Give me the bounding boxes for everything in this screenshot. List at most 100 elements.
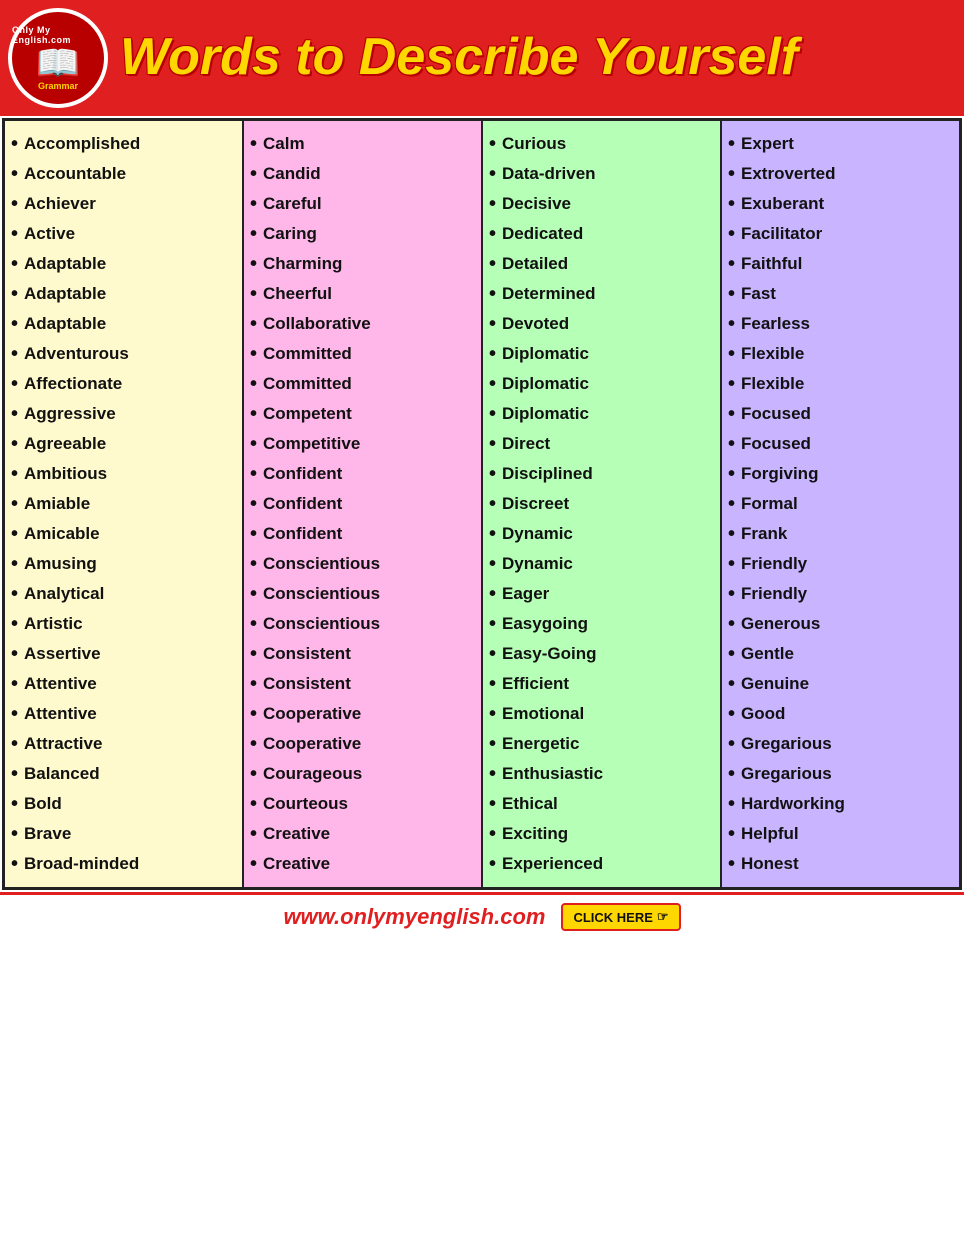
- list-item: Data-driven: [489, 159, 714, 189]
- cursor-icon: ☞: [657, 909, 669, 925]
- list-item: Frank: [728, 519, 953, 549]
- list-item: Amusing: [11, 549, 236, 579]
- list-item: Balanced: [11, 759, 236, 789]
- list-item: Gregarious: [728, 729, 953, 759]
- list-item: Flexible: [728, 339, 953, 369]
- list-item: Formal: [728, 489, 953, 519]
- list-item: Committed: [250, 369, 475, 399]
- list-item: Decisive: [489, 189, 714, 219]
- list-item: Focused: [728, 399, 953, 429]
- list-item: Flexible: [728, 369, 953, 399]
- word-list-col3: CuriousData-drivenDecisiveDedicatedDetai…: [489, 129, 714, 879]
- list-item: Conscientious: [250, 579, 475, 609]
- list-item: Assertive: [11, 639, 236, 669]
- list-item: Accountable: [11, 159, 236, 189]
- list-item: Ambitious: [11, 459, 236, 489]
- word-list-col2: CalmCandidCarefulCaringCharmingCheerfulC…: [250, 129, 475, 879]
- list-item: Attentive: [11, 699, 236, 729]
- list-item: Caring: [250, 219, 475, 249]
- list-item: Cooperative: [250, 729, 475, 759]
- list-item: Aggressive: [11, 399, 236, 429]
- list-item: Adventurous: [11, 339, 236, 369]
- list-item: Determined: [489, 279, 714, 309]
- list-item: Bold: [11, 789, 236, 819]
- list-item: Active: [11, 219, 236, 249]
- list-item: Gregarious: [728, 759, 953, 789]
- list-item: Fast: [728, 279, 953, 309]
- list-item: Collaborative: [250, 309, 475, 339]
- list-item: Faithful: [728, 249, 953, 279]
- list-item: Good: [728, 699, 953, 729]
- footer-url: www.onlymyenglish.com: [283, 904, 545, 930]
- column-col2: CalmCandidCarefulCaringCharmingCheerfulC…: [244, 121, 483, 887]
- list-item: Careful: [250, 189, 475, 219]
- list-item: Competent: [250, 399, 475, 429]
- logo-book-icon: 📖: [36, 45, 81, 81]
- list-item: Conscientious: [250, 549, 475, 579]
- list-item: Friendly: [728, 549, 953, 579]
- list-item: Cheerful: [250, 279, 475, 309]
- list-item: Courageous: [250, 759, 475, 789]
- list-item: Ethical: [489, 789, 714, 819]
- list-item: Amicable: [11, 519, 236, 549]
- list-item: Genuine: [728, 669, 953, 699]
- list-item: Analytical: [11, 579, 236, 609]
- list-item: Emotional: [489, 699, 714, 729]
- list-item: Efficient: [489, 669, 714, 699]
- list-item: Attentive: [11, 669, 236, 699]
- list-item: Confident: [250, 459, 475, 489]
- column-col3: CuriousData-drivenDecisiveDedicatedDetai…: [483, 121, 722, 887]
- list-item: Candid: [250, 159, 475, 189]
- list-item: Helpful: [728, 819, 953, 849]
- list-item: Courteous: [250, 789, 475, 819]
- list-item: Adaptable: [11, 309, 236, 339]
- column-col1: AccomplishedAccountableAchieverActive Ada…: [5, 121, 244, 887]
- list-item: Exuberant: [728, 189, 953, 219]
- footer: www.onlymyenglish.com CLICK HERE ☞: [0, 892, 964, 939]
- word-list-col1: AccomplishedAccountableAchieverActive Ada…: [11, 129, 236, 879]
- click-here-button[interactable]: CLICK HERE ☞: [561, 903, 680, 931]
- list-item: Adaptable: [11, 279, 236, 309]
- list-item: Focused: [728, 429, 953, 459]
- list-item: Consistent: [250, 669, 475, 699]
- main-content: AccomplishedAccountableAchieverActive Ada…: [2, 118, 962, 890]
- list-item: Creative: [250, 819, 475, 849]
- page-title: Words to Describe Yourself: [120, 29, 798, 86]
- list-item: Consistent: [250, 639, 475, 669]
- word-list-col4: ExpertExtrovertedExuberantFacilitatorFai…: [728, 129, 953, 879]
- list-item: Disciplined: [489, 459, 714, 489]
- list-item: Diplomatic: [489, 339, 714, 369]
- header: Only My English.com 📖 Grammar Words to D…: [0, 0, 964, 116]
- list-item: Exciting: [489, 819, 714, 849]
- list-item: Achiever: [11, 189, 236, 219]
- list-item: Devoted: [489, 309, 714, 339]
- list-item: Brave: [11, 819, 236, 849]
- list-item: Expert: [728, 129, 953, 159]
- list-item: Confident: [250, 489, 475, 519]
- list-item: Eager: [489, 579, 714, 609]
- list-item: Calm: [250, 129, 475, 159]
- list-item: Enthusiastic: [489, 759, 714, 789]
- logo: Only My English.com 📖 Grammar: [8, 8, 108, 108]
- list-item: Dedicated: [489, 219, 714, 249]
- list-item: Charming: [250, 249, 475, 279]
- list-item: Direct: [489, 429, 714, 459]
- list-item: Hardworking: [728, 789, 953, 819]
- list-item: Extroverted: [728, 159, 953, 189]
- list-item: Cooperative: [250, 699, 475, 729]
- list-item: Accomplished: [11, 129, 236, 159]
- list-item: Fearless: [728, 309, 953, 339]
- logo-bottom-text: Grammar: [38, 81, 78, 91]
- list-item: Discreet: [489, 489, 714, 519]
- click-here-label: CLICK HERE: [573, 910, 652, 925]
- list-item: Generous: [728, 609, 953, 639]
- list-item: Dynamic: [489, 549, 714, 579]
- list-item: Gentle: [728, 639, 953, 669]
- list-item: Friendly: [728, 579, 953, 609]
- list-item: Diplomatic: [489, 369, 714, 399]
- list-item: Detailed: [489, 249, 714, 279]
- list-item: Confident: [250, 519, 475, 549]
- list-item: Attractive: [11, 729, 236, 759]
- list-item: Competitive: [250, 429, 475, 459]
- list-item: Committed: [250, 339, 475, 369]
